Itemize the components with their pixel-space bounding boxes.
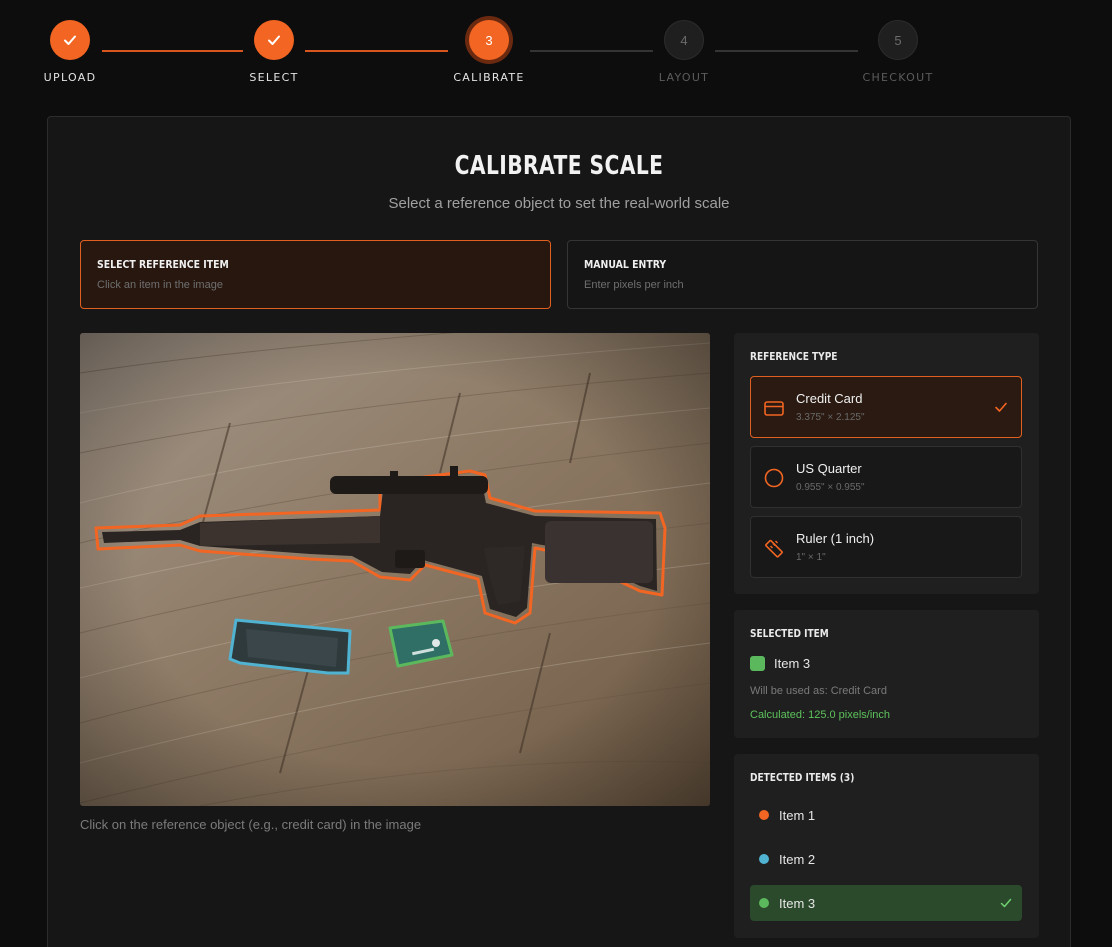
detected-item-name: Item 3 [779, 895, 816, 911]
selected-item-name: Item 3 [774, 656, 811, 671]
manual-entry-mode-button[interactable]: MANUAL ENTRY Enter pixels per inch [567, 240, 1038, 309]
progress-stepper: UPLOAD SELECT 3 CALIBRATE 4 LAYOUT 5 CHE… [0, 0, 1112, 100]
reference-dimensions: 0.955" × 0.955" [796, 482, 865, 493]
item-color-dot [759, 854, 769, 864]
item-2-outline[interactable] [228, 618, 352, 675]
reference-name: Ruler (1 inch) [796, 531, 875, 546]
step-label: SELECT [249, 71, 299, 84]
mode-subtitle: Click an item in the image [97, 279, 223, 291]
checkmark-icon [64, 35, 76, 45]
step-label: CHECKOUT [862, 71, 934, 84]
calibrate-card: CALIBRATE SCALE Select a reference objec… [47, 116, 1071, 947]
reference-option-us-quarter[interactable]: US Quarter 0.955" × 0.955" [750, 446, 1022, 508]
mode-title: SELECT REFERENCE ITEM [97, 258, 229, 271]
used-as-text: Will be used as: Credit Card [750, 685, 887, 697]
step-circle [254, 20, 294, 60]
step-connector [305, 50, 448, 52]
detected-item-name: Item 2 [779, 851, 816, 867]
step-connector [715, 50, 858, 52]
reference-type-panel: REFERENCE TYPE Credit Card 3.375" × 2.12… [734, 333, 1039, 594]
step-checkout[interactable]: 5 CHECKOUT [848, 20, 948, 84]
step-circle [50, 20, 90, 60]
step-circle: 5 [878, 20, 918, 60]
reference-dimensions: 3.375" × 2.125" [796, 412, 865, 423]
step-layout[interactable]: 4 LAYOUT [634, 20, 734, 84]
page-subtitle: Select a reference object to set the rea… [388, 195, 730, 212]
checkmark-icon [1000, 898, 1012, 908]
mode-subtitle: Enter pixels per inch [584, 279, 684, 291]
checkmark-icon [268, 35, 280, 45]
item-color-dot [759, 810, 769, 820]
mode-title: MANUAL ENTRY [584, 258, 667, 271]
reference-name: Credit Card [796, 391, 863, 406]
panel-title: SELECTED ITEM [750, 627, 829, 640]
credit-card-icon [764, 401, 784, 416]
coin-icon [764, 468, 784, 488]
checkmark-icon [995, 402, 1007, 412]
reference-option-ruler[interactable]: Ruler (1 inch) 1" × 1" [750, 516, 1022, 578]
detected-item-2[interactable]: Item 2 [750, 841, 1022, 877]
ruler-icon [765, 539, 783, 558]
step-upload[interactable]: UPLOAD [20, 20, 120, 84]
image-hint: Click on the reference object (e.g., cre… [80, 817, 422, 832]
step-connector [102, 50, 243, 52]
step-label: LAYOUT [658, 71, 710, 84]
detected-item-1[interactable]: Item 1 [750, 797, 1022, 833]
panel-title: REFERENCE TYPE [750, 350, 838, 363]
selected-item-row: Item 3 [750, 656, 810, 671]
selected-item-panel: SELECTED ITEM Item 3 Will be used as: Cr… [734, 610, 1039, 738]
reference-name: US Quarter [796, 461, 862, 476]
calibration-image-canvas [80, 333, 710, 806]
calibration-image[interactable] [80, 333, 710, 806]
item-color-swatch [750, 656, 765, 671]
calculated-scale-text: Calculated: 125.0 pixels/inch [750, 709, 891, 721]
step-calibrate[interactable]: 3 CALIBRATE [439, 20, 539, 84]
step-label: UPLOAD [43, 71, 97, 84]
step-select[interactable]: SELECT [224, 20, 324, 84]
detected-items-panel: DETECTED ITEMS (3) Item 1 Item 2 Item 3 [734, 754, 1039, 938]
select-reference-mode-button[interactable]: SELECT REFERENCE ITEM Click an item in t… [80, 240, 551, 309]
detected-item-name: Item 1 [779, 807, 816, 823]
page-title: CALIBRATE SCALE [454, 151, 664, 181]
step-label: CALIBRATE [453, 71, 525, 84]
step-circle: 4 [664, 20, 704, 60]
item-color-dot [759, 898, 769, 908]
panel-title: DETECTED ITEMS (3) [750, 771, 855, 784]
reference-option-credit-card[interactable]: Credit Card 3.375" × 2.125" [750, 376, 1022, 438]
reference-dimensions: 1" × 1" [796, 552, 826, 563]
step-circle: 3 [469, 20, 509, 60]
detected-item-3[interactable]: Item 3 [750, 885, 1022, 921]
